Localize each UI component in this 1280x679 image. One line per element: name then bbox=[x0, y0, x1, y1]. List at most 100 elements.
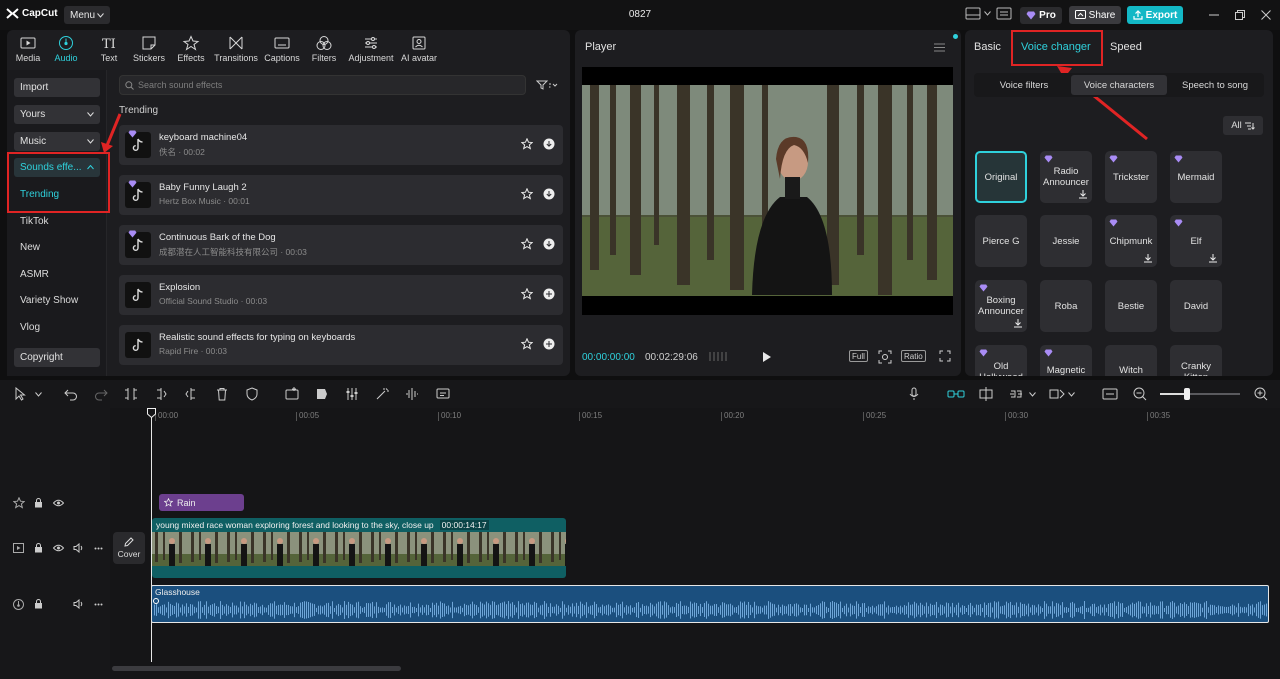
minimize-icon[interactable] bbox=[1209, 14, 1219, 16]
ratio-button[interactable]: Ratio bbox=[901, 350, 926, 362]
lock-icon[interactable] bbox=[34, 543, 43, 553]
voice-trickster[interactable]: Trickster bbox=[1105, 151, 1157, 203]
magic-wand-icon[interactable] bbox=[375, 387, 389, 401]
favorite-star-icon[interactable] bbox=[521, 238, 533, 250]
sidebar-item-copyright[interactable]: Copyright bbox=[14, 348, 100, 367]
layout-icon[interactable] bbox=[965, 7, 981, 20]
effect-clip-rain[interactable]: Rain bbox=[159, 494, 244, 511]
zoom-in-icon[interactable] bbox=[1254, 387, 1268, 401]
microphone-icon[interactable] bbox=[908, 387, 920, 401]
hamburger-menu-icon[interactable] bbox=[934, 43, 945, 52]
chevron-down-icon[interactable] bbox=[1029, 392, 1036, 397]
sidebar-item-new[interactable]: New bbox=[20, 242, 40, 253]
sidebar-item-vlog[interactable]: Vlog bbox=[20, 322, 40, 333]
more-icon[interactable] bbox=[94, 603, 103, 606]
tab-ai-avatar[interactable]: AI avatar bbox=[399, 35, 439, 63]
download-icon[interactable] bbox=[1013, 318, 1023, 328]
search-input[interactable]: Search sound effects bbox=[119, 75, 526, 95]
list-item[interactable]: Realistic sound effects for typing on ke… bbox=[119, 325, 563, 365]
tab-stickers[interactable]: Stickers bbox=[131, 35, 167, 63]
list-item[interactable]: Continuous Bark of the Dog 成都潜在人工智能科技有限公… bbox=[119, 225, 563, 265]
tab-filters[interactable]: Filters bbox=[309, 35, 339, 63]
export-button[interactable]: Export bbox=[1127, 6, 1183, 24]
subtab-voice-filters[interactable]: Voice filters bbox=[976, 75, 1072, 95]
audio-adjust-icon[interactable] bbox=[345, 387, 359, 401]
tab-speed[interactable]: Speed bbox=[1110, 41, 1142, 53]
favorite-star-icon[interactable] bbox=[521, 188, 533, 200]
keyboard-shortcut-icon[interactable] bbox=[996, 7, 1012, 20]
voice-chipmunk[interactable]: Chipmunk bbox=[1105, 215, 1157, 267]
split-screen-icon[interactable] bbox=[1049, 387, 1065, 401]
magnet-link-icon[interactable] bbox=[1008, 387, 1024, 401]
caption-edit-icon[interactable] bbox=[436, 387, 450, 401]
zoom-out-icon[interactable] bbox=[1133, 387, 1147, 401]
close-icon[interactable] bbox=[1261, 10, 1271, 20]
voice-david[interactable]: David bbox=[1170, 280, 1222, 332]
eye-icon[interactable] bbox=[53, 499, 64, 507]
add-media-icon[interactable] bbox=[285, 387, 299, 401]
subtab-speech-to-song[interactable]: Speech to song bbox=[1167, 75, 1263, 95]
keyframe-handle[interactable] bbox=[153, 598, 159, 604]
voice-original[interactable]: Original bbox=[975, 151, 1027, 203]
frames-grid-icon[interactable] bbox=[709, 351, 729, 362]
video-preview[interactable] bbox=[582, 67, 953, 315]
download-icon[interactable] bbox=[1208, 253, 1218, 263]
voice-elf[interactable]: Elf bbox=[1170, 215, 1222, 267]
download-icon[interactable] bbox=[543, 138, 555, 150]
sidebar-item-music[interactable]: Music bbox=[14, 132, 100, 151]
voice-boxing-announcer[interactable]: Boxing Announcer bbox=[975, 280, 1027, 332]
voice-bestie[interactable]: Bestie bbox=[1105, 280, 1157, 332]
cover-button[interactable]: Cover bbox=[113, 532, 145, 564]
playhead-handle-icon[interactable] bbox=[147, 408, 156, 418]
split-icon[interactable] bbox=[124, 387, 138, 401]
zoom-slider-handle[interactable] bbox=[1184, 388, 1190, 400]
link-track-icon[interactable] bbox=[947, 387, 965, 401]
select-cursor-icon[interactable] bbox=[14, 387, 28, 401]
filter-all-button[interactable]: All bbox=[1223, 116, 1263, 135]
waveform-icon[interactable] bbox=[405, 387, 419, 401]
favorite-star-icon[interactable] bbox=[521, 338, 533, 350]
restore-icon[interactable] bbox=[1235, 10, 1245, 20]
tab-transitions[interactable]: Transitions bbox=[213, 35, 259, 63]
add-icon[interactable] bbox=[543, 338, 555, 350]
list-item[interactable]: Explosion Official Sound Studio · 00:03 bbox=[119, 275, 563, 315]
download-icon[interactable] bbox=[543, 188, 555, 200]
voice-witch[interactable]: Witch bbox=[1105, 345, 1157, 376]
favorite-star-icon[interactable] bbox=[521, 138, 533, 150]
voice-radio-announcer[interactable]: Radio Announcer bbox=[1040, 151, 1092, 203]
pro-button[interactable]: Pro bbox=[1020, 7, 1062, 24]
filter-sort-icon[interactable] bbox=[536, 80, 558, 90]
fullscreen-icon[interactable] bbox=[939, 350, 951, 362]
download-icon[interactable] bbox=[1143, 253, 1153, 263]
tab-audio[interactable]: Audio bbox=[51, 35, 81, 63]
mark-icon[interactable] bbox=[315, 387, 329, 401]
download-icon[interactable] bbox=[1078, 189, 1088, 199]
sidebar-item-asmr[interactable]: ASMR bbox=[20, 269, 49, 280]
redo-icon[interactable] bbox=[94, 387, 108, 401]
voice-cranky-kitten[interactable]: Cranky Kitten bbox=[1170, 345, 1222, 376]
sidebar-item-yours[interactable]: Yours bbox=[14, 105, 100, 124]
favorite-star-icon[interactable] bbox=[521, 288, 533, 300]
eye-icon[interactable] bbox=[53, 544, 64, 552]
audio-clip[interactable]: Glasshouse bbox=[151, 585, 1269, 623]
tab-adjustment[interactable]: Adjustment bbox=[347, 35, 395, 63]
sidebar-item-tiktok[interactable]: TikTok bbox=[20, 216, 49, 227]
volume-icon[interactable] bbox=[73, 599, 84, 609]
share-button[interactable]: Share bbox=[1069, 6, 1121, 24]
zoom-fit-icon[interactable] bbox=[878, 350, 892, 364]
voice-pierce-g[interactable]: Pierce G bbox=[975, 215, 1027, 267]
tab-captions[interactable]: Captions bbox=[263, 35, 301, 63]
video-clip[interactable]: young mixed race woman exploring forest … bbox=[152, 518, 566, 578]
tab-text[interactable]: TI Text bbox=[94, 35, 124, 63]
horizontal-scrollbar[interactable] bbox=[112, 666, 401, 671]
sidebar-item-variety-show[interactable]: Variety Show bbox=[20, 295, 78, 306]
add-icon[interactable] bbox=[543, 288, 555, 300]
lock-icon[interactable] bbox=[34, 498, 43, 508]
shield-icon[interactable] bbox=[245, 387, 259, 401]
voice-mermaid[interactable]: Mermaid bbox=[1170, 151, 1222, 203]
list-item[interactable]: keyboard machine04 佚名 · 00:02 bbox=[119, 125, 563, 165]
trim-right-icon[interactable] bbox=[184, 387, 198, 401]
tab-basic[interactable]: Basic bbox=[974, 41, 1001, 53]
voice-old-hollywood[interactable]: Old Hollywood bbox=[975, 345, 1027, 376]
lock-icon[interactable] bbox=[34, 599, 43, 609]
